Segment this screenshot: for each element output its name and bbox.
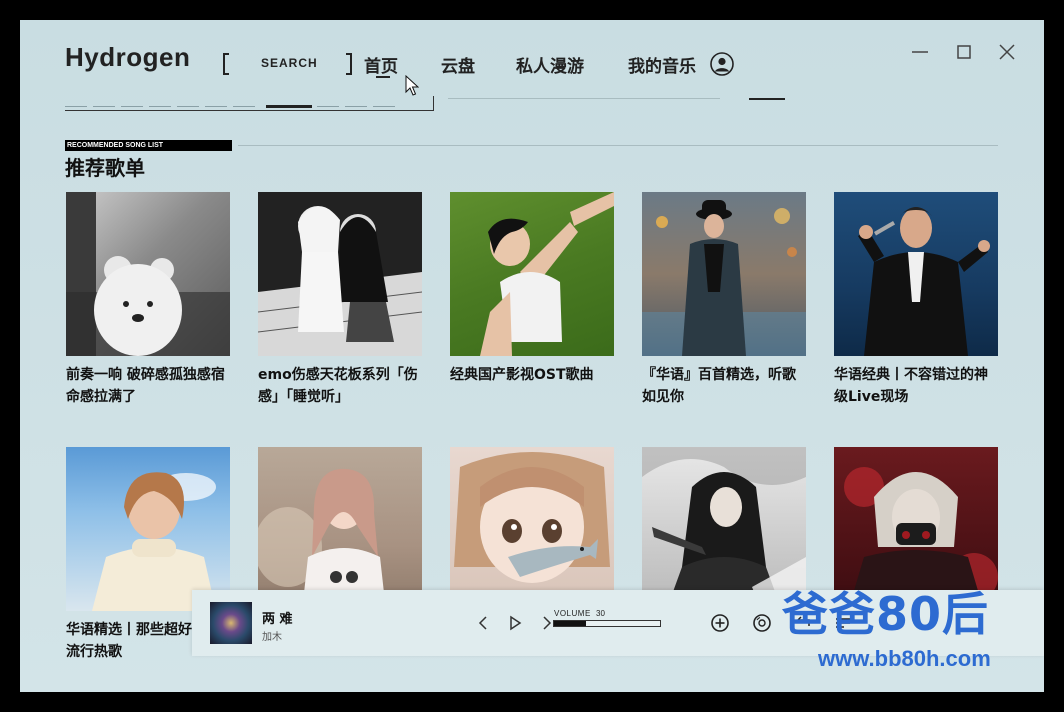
girl-pink-hair-cover-art <box>258 468 386 611</box>
add-to-playlist-icon[interactable] <box>709 612 731 634</box>
mouse-cursor-icon <box>405 75 419 96</box>
playlist-cover[interactable] <box>258 447 422 611</box>
now-playing-artist[interactable]: 加木 <box>262 628 282 643</box>
live-singer-cover-art <box>858 207 990 356</box>
search-button[interactable]: SEARCH <box>261 56 318 70</box>
now-playing-cover[interactable] <box>210 602 252 644</box>
volume-slider[interactable] <box>553 620 661 627</box>
playlist-cover[interactable] <box>258 192 422 356</box>
playlist-cover[interactable] <box>642 447 806 611</box>
girl-on-grass-cover-art <box>480 192 614 356</box>
next-icon[interactable] <box>540 614 554 632</box>
page-indicator-dash[interactable] <box>149 106 171 107</box>
tab-my-music[interactable]: 我的音乐 <box>628 52 696 77</box>
playlist-cover[interactable] <box>66 192 230 356</box>
app-window: Hydrogen SEARCH 首页 云盘 私人漫游 我的音乐 RECOMMEN… <box>20 20 1044 692</box>
minimize-icon[interactable] <box>910 42 930 62</box>
page-indicator-dash[interactable] <box>93 106 115 107</box>
page-indicator-active[interactable] <box>266 105 312 108</box>
user-avatar-icon[interactable] <box>710 52 734 76</box>
playlist-cover[interactable] <box>66 447 230 611</box>
tab-home[interactable]: 首页 <box>364 52 398 77</box>
tab-cloud[interactable]: 云盘 <box>441 52 475 77</box>
girl-with-fish-cover-art <box>454 452 610 583</box>
masked-warrior-cover-art <box>844 467 998 611</box>
volume-label: VOLUME <box>554 609 591 618</box>
page-indicator-dash[interactable] <box>373 106 395 107</box>
playlist-title[interactable]: 『华语』百首精选，听歌如见你 <box>642 364 806 408</box>
man-in-coat-cover-art <box>642 200 806 356</box>
playlist-cover[interactable] <box>642 192 806 356</box>
app-brand: Hydrogen <box>65 42 191 72</box>
ink-swordsman-cover-art <box>642 447 806 611</box>
playlist-cover[interactable] <box>450 447 614 611</box>
volume-slider-fill <box>554 621 586 626</box>
page-indicator-dash[interactable] <box>205 106 227 107</box>
close-icon[interactable] <box>997 42 1017 62</box>
play-icon[interactable] <box>508 614 522 632</box>
bear-plush-cover-art <box>66 192 230 356</box>
player-bar: 两 难 加木 VOLUME 30 <box>192 590 1044 656</box>
disc-icon[interactable] <box>751 612 773 634</box>
page-indicator-dash[interactable] <box>121 106 143 107</box>
section-divider <box>238 145 998 146</box>
girl-sweater-cover-art <box>92 472 216 611</box>
header-divider <box>448 98 720 99</box>
repeat-icon[interactable] <box>793 612 815 634</box>
playlist-card[interactable]: 经典国产影视OST歌曲 <box>450 192 614 386</box>
playlist-card[interactable]: 前奏一响 破碎感孤独感宿命感拉满了 <box>66 192 230 408</box>
section-title: 推荐歌单 <box>65 156 145 180</box>
header-accent-mark <box>749 98 785 100</box>
search-bracket-right <box>346 53 352 75</box>
manga-couple-cover-art <box>258 192 422 356</box>
playlist-title[interactable]: 经典国产影视OST歌曲 <box>450 364 614 386</box>
playlist-cover[interactable] <box>834 447 998 611</box>
now-playing-title: 两 难 <box>262 612 293 627</box>
tab-home-indicator <box>376 76 390 78</box>
section-tag: RECOMMENDED SONG LIST <box>65 140 232 151</box>
playlist-cover[interactable] <box>450 192 614 356</box>
playlist-card[interactable]: emo伤感天花板系列「伤感」「睡觉听」 <box>258 192 422 408</box>
tab-personal-fm[interactable]: 私人漫游 <box>516 52 584 77</box>
playlist-cover[interactable] <box>834 192 998 356</box>
playlist-card[interactable]: 『华语』百首精选，听歌如见你 <box>642 192 806 408</box>
playlist-queue-icon[interactable] <box>832 612 854 634</box>
page-indicator-dash[interactable] <box>65 106 87 107</box>
volume-value: 30 <box>596 609 605 618</box>
page-indicator-dash[interactable] <box>345 106 367 107</box>
page-indicator-strip <box>65 96 434 111</box>
page-indicator-dash[interactable] <box>317 106 339 107</box>
playlist-title[interactable]: emo伤感天花板系列「伤感」「睡觉听」 <box>258 364 422 408</box>
playlist-card[interactable]: 华语经典丨不容错过的神级Live现场 <box>834 192 998 408</box>
playlist-title[interactable]: 华语经典丨不容错过的神级Live现场 <box>834 364 998 408</box>
playlist-title[interactable]: 前奏一响 破碎感孤独感宿命感拉满了 <box>66 364 230 408</box>
page-indicator-dash[interactable] <box>177 106 199 107</box>
search-bracket-left <box>223 53 229 75</box>
previous-icon[interactable] <box>476 614 490 632</box>
page-indicator-dash[interactable] <box>233 106 255 107</box>
maximize-icon[interactable] <box>954 42 974 62</box>
